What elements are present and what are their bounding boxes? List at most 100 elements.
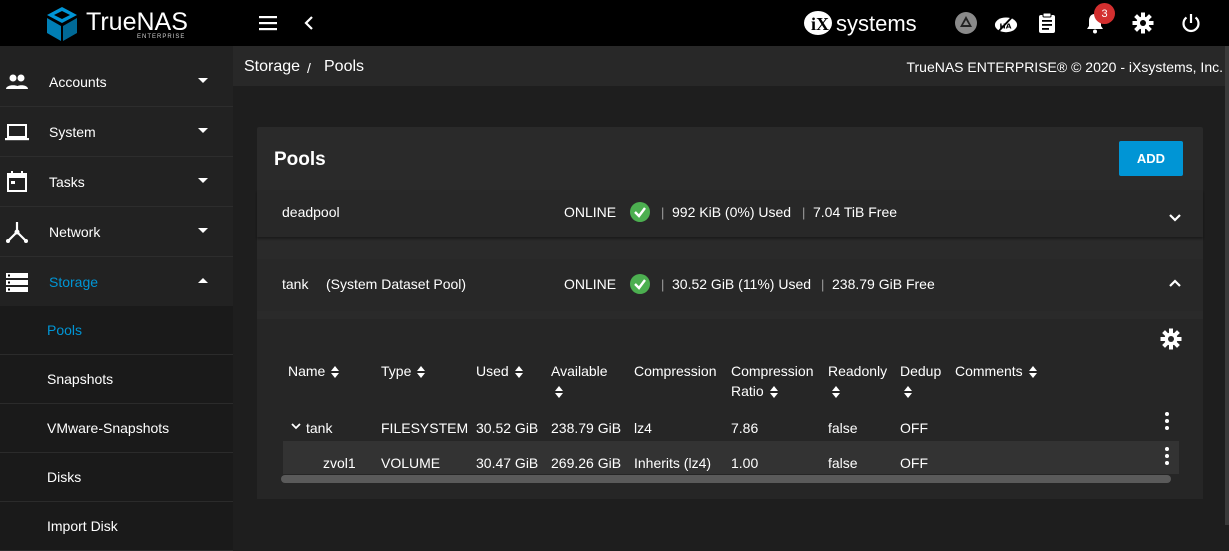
separator: | <box>661 205 665 220</box>
logo-subtext: ENTERPRISE <box>137 34 186 40</box>
sidebar-item-label: Network <box>49 223 101 240</box>
chevron-up-icon[interactable] <box>1167 275 1183 291</box>
table-horizontal-scrollbar[interactable] <box>281 475 1171 483</box>
power-icon[interactable] <box>1179 11 1203 35</box>
cell-dedup: OFF <box>900 420 928 436</box>
sidebar-item-label: Accounts <box>49 73 107 90</box>
separator: | <box>821 277 825 292</box>
pool-used: 30.52 GiB (11%) Used <box>672 276 812 292</box>
online-check-icon <box>630 202 650 222</box>
sidebar-subitem-import-disk[interactable]: Import Disk <box>0 502 233 551</box>
chevron-down-icon[interactable] <box>1167 210 1183 226</box>
sidebar-item-tasks[interactable]: Tasks <box>0 157 233 207</box>
pool-used: 992 KiB (0%) Used <box>672 204 792 220</box>
cell-name: tank <box>306 420 333 436</box>
ixsystems-logo: iX systems <box>802 8 922 38</box>
pool-row-deadpool[interactable]: deadpool ONLINE | 992 KiB (0%) Used | 7.… <box>257 190 1203 237</box>
pool-status: ONLINE <box>564 204 617 220</box>
sidebar-subitem-snapshots[interactable]: Snapshots <box>0 355 233 404</box>
back-chevron-icon[interactable] <box>297 11 321 35</box>
top-toolbar: TrueNAS ENTERPRISE iX systems HA 3 <box>0 0 1229 46</box>
calendar-icon <box>7 171 27 192</box>
separator: | <box>802 205 806 220</box>
separator: | <box>661 277 665 292</box>
column-header-compression[interactable]: Compression <box>634 361 716 381</box>
svg-text:iX: iX <box>811 14 829 34</box>
sidebar-subitem-disks[interactable]: Disks <box>0 453 233 502</box>
sidebar-subitem-pools[interactable]: Pools <box>0 306 233 355</box>
pool-name: deadpool <box>282 204 340 220</box>
column-header-dedup[interactable]: Dedup <box>900 361 941 401</box>
ixsystems-logo-icon: iX <box>804 11 832 35</box>
sort-icon <box>904 386 912 399</box>
sidebar: Accounts System Tasks Network Storage Po… <box>0 46 233 551</box>
cell-compression-ratio: 7.86 <box>731 420 759 436</box>
truenas-logo[interactable]: TrueNAS ENTERPRISE <box>44 5 194 43</box>
sidebar-subitem-label: VMware-Snapshots <box>47 420 170 436</box>
cell-used: 30.52 GiB <box>476 420 539 436</box>
sidebar-item-label: System <box>49 123 96 140</box>
page-title: Pools <box>274 149 326 170</box>
sidebar-subitem-vmware-snapshots[interactable]: VMware-Snapshots <box>0 404 233 453</box>
caret-down-icon <box>198 228 208 233</box>
network-icon <box>6 222 28 243</box>
sidebar-item-system[interactable]: System <box>0 107 233 157</box>
clipboard-icon[interactable] <box>1035 11 1059 35</box>
pool-name: tank <box>282 276 309 292</box>
page-scrollbar[interactable] <box>1225 46 1229 525</box>
storage-icon <box>6 273 28 292</box>
breadcrumb-current: Pools <box>324 58 365 75</box>
copyright-text: TrueNAS ENTERPRISE® © 2020 - iXsystems, … <box>906 59 1223 75</box>
people-icon <box>6 74 28 89</box>
column-header-name[interactable]: Name <box>288 361 340 381</box>
menu-icon[interactable] <box>256 11 280 35</box>
column-header-comments[interactable]: Comments <box>955 361 1037 381</box>
sort-icon <box>417 366 426 379</box>
breadcrumb: Storage / Pools TrueNAS ENTERPRISE® © 20… <box>233 46 1229 86</box>
cell-available: 238.79 GiB <box>551 420 622 436</box>
table-settings-gear-icon[interactable] <box>1160 328 1182 350</box>
caret-down-icon <box>198 78 208 83</box>
gear-icon[interactable] <box>1131 11 1155 35</box>
cell-readonly: false <box>828 455 858 471</box>
column-header-used[interactable]: Used <box>476 361 523 381</box>
cell-compression: lz4 <box>634 420 652 436</box>
ixsystems-text: systems <box>836 11 917 36</box>
breadcrumb-storage-link[interactable]: Storage <box>244 58 300 76</box>
pool-free: 7.04 TiB Free <box>813 204 898 220</box>
caret-down-icon <box>198 128 208 133</box>
column-header-compression-ratio[interactable]: Compression Ratio <box>731 361 813 401</box>
column-header-available[interactable]: Available <box>551 361 608 401</box>
sidebar-item-storage[interactable]: Storage <box>0 257 233 307</box>
column-header-type[interactable]: Type <box>381 361 426 381</box>
cell-name: zvol1 <box>323 455 356 471</box>
sort-icon <box>331 366 340 379</box>
breadcrumb-separator: / <box>307 60 311 76</box>
sort-icon <box>832 386 840 399</box>
cell-compression: Inherits (lz4) <box>634 455 712 471</box>
pool-note: (System Dataset Pool) <box>326 276 467 292</box>
expand-chevron-down-icon[interactable] <box>290 420 302 432</box>
sort-icon <box>514 366 523 379</box>
cell-compression-ratio: 1.00 <box>731 455 759 471</box>
pool-row-tank[interactable]: tank (System Dataset Pool) ONLINE | 30.5… <box>257 259 1203 311</box>
sidebar-subitem-label: Disks <box>47 469 82 485</box>
add-pool-button[interactable]: ADD <box>1119 141 1183 176</box>
pool-free: 238.79 GiB Free <box>832 276 935 292</box>
sidebar-subitem-label: Pools <box>47 322 83 338</box>
row-actions-kebab-icon[interactable] <box>1165 412 1169 430</box>
cell-dedup: OFF <box>900 455 928 471</box>
sort-icon <box>555 386 563 399</box>
sidebar-subitem-label: Import Disk <box>47 518 118 534</box>
sidebar-item-accounts[interactable]: Accounts <box>0 57 233 107</box>
ha-disabled-icon[interactable]: HA <box>994 11 1018 35</box>
caret-down-icon <box>198 178 208 183</box>
column-header-readonly[interactable]: Readonly <box>828 361 887 401</box>
caret-up-icon <box>198 278 208 283</box>
sort-icon <box>769 386 778 399</box>
sidebar-item-network[interactable]: Network <box>0 207 233 257</box>
row-actions-kebab-icon[interactable] <box>1165 447 1169 465</box>
truecommand-icon[interactable] <box>954 11 978 35</box>
cell-type: FILESYSTEM <box>381 420 469 436</box>
laptop-icon <box>5 124 29 141</box>
